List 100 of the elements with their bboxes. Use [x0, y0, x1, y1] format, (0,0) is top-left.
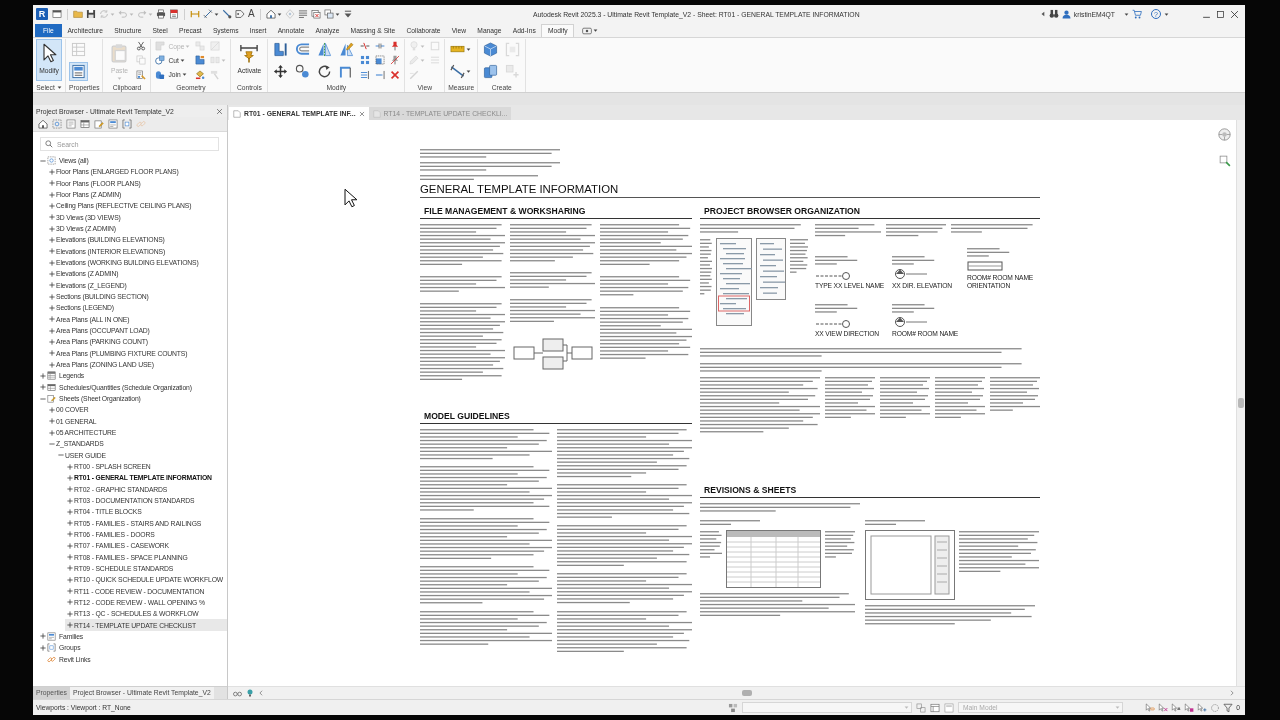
- small-text-drawing: [815, 302, 859, 314]
- caret-icon[interactable]: [1124, 11, 1129, 17]
- expand-icon[interactable]: [48, 259, 55, 266]
- table-icon[interactable]: [80, 119, 90, 129]
- expand-icon[interactable]: [66, 486, 73, 493]
- toolbar-button[interactable]: [203, 9, 219, 19]
- browser-screenshot-drawing: [756, 237, 786, 300]
- expand-icon[interactable]: [48, 236, 55, 243]
- expand-icon[interactable]: [48, 350, 55, 357]
- expand-icon[interactable]: [48, 338, 55, 345]
- expand-icon[interactable]: [48, 270, 55, 277]
- expand-icon[interactable]: [48, 418, 55, 425]
- cursor-link-icon[interactable]: [1145, 702, 1156, 713]
- expand-icon[interactable]: [48, 406, 55, 413]
- expand-icon[interactable]: [39, 633, 46, 640]
- delete-icon: [390, 69, 401, 80]
- steering-wheel-icon[interactable]: [1218, 128, 1231, 141]
- expand-icon[interactable]: [48, 202, 55, 209]
- expand-icon[interactable]: [66, 610, 73, 617]
- view-icon: [47, 156, 56, 166]
- expand-icon[interactable]: [39, 644, 46, 651]
- diamond-icon: [284, 9, 295, 19]
- expand-icon[interactable]: [66, 474, 73, 481]
- toolbar-button[interactable]: [52, 9, 62, 19]
- sheet-list-icon[interactable]: [66, 119, 76, 129]
- squares-cluster-icon[interactable]: [728, 702, 738, 713]
- toolbar-button[interactable]: [265, 9, 282, 19]
- caret-icon[interactable]: [1164, 11, 1169, 17]
- binoculars-icon[interactable]: [1048, 9, 1059, 19]
- small-text-drawing: [700, 529, 722, 559]
- expand-icon[interactable]: [66, 565, 73, 572]
- left-caret-icon[interactable]: [1039, 11, 1046, 17]
- expand-icon[interactable]: [48, 304, 55, 311]
- expand-icon[interactable]: [48, 282, 55, 289]
- expand-icon[interactable]: [66, 531, 73, 538]
- filter-icon[interactable]: [1223, 702, 1234, 713]
- cursor-cross-icon[interactable]: [1158, 702, 1169, 713]
- lightbulb-icon[interactable]: [246, 689, 254, 697]
- expand-icon[interactable]: [66, 542, 73, 549]
- lines-to-edge-icon: [360, 69, 371, 80]
- toolbar-button[interactable]: [222, 9, 232, 19]
- close-icon[interactable]: [216, 107, 223, 115]
- cursor-pin-icon[interactable]: [1171, 702, 1182, 713]
- toolbar-button[interactable]: [342, 9, 353, 19]
- toolbar-button[interactable]: [169, 9, 179, 19]
- expand-icon[interactable]: [48, 180, 55, 187]
- expand-icon[interactable]: [48, 214, 55, 221]
- small-text-drawing: [790, 237, 808, 274]
- table-icon[interactable]: [930, 702, 940, 713]
- expand-icon[interactable]: [66, 622, 73, 629]
- expand-icon[interactable]: [66, 463, 73, 470]
- expand-icon[interactable]: [66, 599, 73, 606]
- expand-icon[interactable]: [48, 225, 55, 232]
- caret-icon[interactable]: [593, 28, 599, 33]
- expand-icon[interactable]: [48, 293, 55, 300]
- vertical-scrollbar[interactable]: [1236, 120, 1245, 686]
- expand-icon[interactable]: [66, 554, 73, 561]
- expand-icon[interactable]: [39, 384, 46, 391]
- collapse-icon[interactable]: [39, 395, 46, 402]
- two-squares-icon: [195, 41, 206, 52]
- caret-icon: [466, 47, 472, 53]
- collapse-icon[interactable]: [39, 157, 46, 164]
- toolbar-button[interactable]: A: [248, 8, 255, 20]
- expand-icon[interactable]: [48, 327, 55, 334]
- table-icon: [47, 382, 56, 392]
- toolbar-button[interactable]: [156, 9, 166, 19]
- home-icon[interactable]: [38, 119, 48, 129]
- expand-icon[interactable]: [66, 508, 73, 515]
- expand-icon[interactable]: [39, 372, 46, 379]
- collapse-icon[interactable]: [57, 452, 64, 459]
- zoom-icon[interactable]: [1218, 155, 1231, 167]
- linked-squares-icon[interactable]: [916, 702, 926, 713]
- toolbar-button[interactable]: [86, 9, 96, 19]
- panel-toggle-icon[interactable]: [582, 25, 593, 36]
- expand-icon[interactable]: [66, 497, 73, 504]
- expand-icon[interactable]: [66, 588, 73, 595]
- hammer-icon: [210, 69, 221, 80]
- expand-icon[interactable]: [66, 520, 73, 527]
- cursor-square-icon[interactable]: [1184, 702, 1195, 713]
- expand-icon[interactable]: [48, 361, 55, 368]
- small-text-drawing: [935, 376, 985, 420]
- sheet-pencil-icon[interactable]: [94, 119, 104, 129]
- expand-icon[interactable]: [48, 191, 55, 198]
- scroll-left-icon[interactable]: [258, 690, 264, 696]
- expand-icon[interactable]: [48, 169, 55, 175]
- toolbar-button[interactable]: [235, 9, 245, 19]
- close-icon[interactable]: [1230, 9, 1239, 19]
- group-bracket-icon[interactable]: [122, 119, 132, 129]
- cart-icon[interactable]: [1132, 9, 1142, 19]
- panel-window-icon[interactable]: [108, 119, 118, 129]
- expand-icon[interactable]: [66, 576, 73, 583]
- app-logo[interactable]: R: [36, 8, 48, 20]
- scroll-right-icon[interactable]: [1229, 690, 1235, 696]
- expand-icon[interactable]: [48, 316, 55, 323]
- maximize-icon[interactable]: [1216, 9, 1225, 19]
- expand-icon[interactable]: [48, 248, 55, 255]
- expand-icon[interactable]: [48, 429, 55, 436]
- collapse-icon[interactable]: [48, 440, 55, 447]
- cursor-plus-icon[interactable]: [1197, 702, 1208, 713]
- view-icon[interactable]: [52, 119, 62, 129]
